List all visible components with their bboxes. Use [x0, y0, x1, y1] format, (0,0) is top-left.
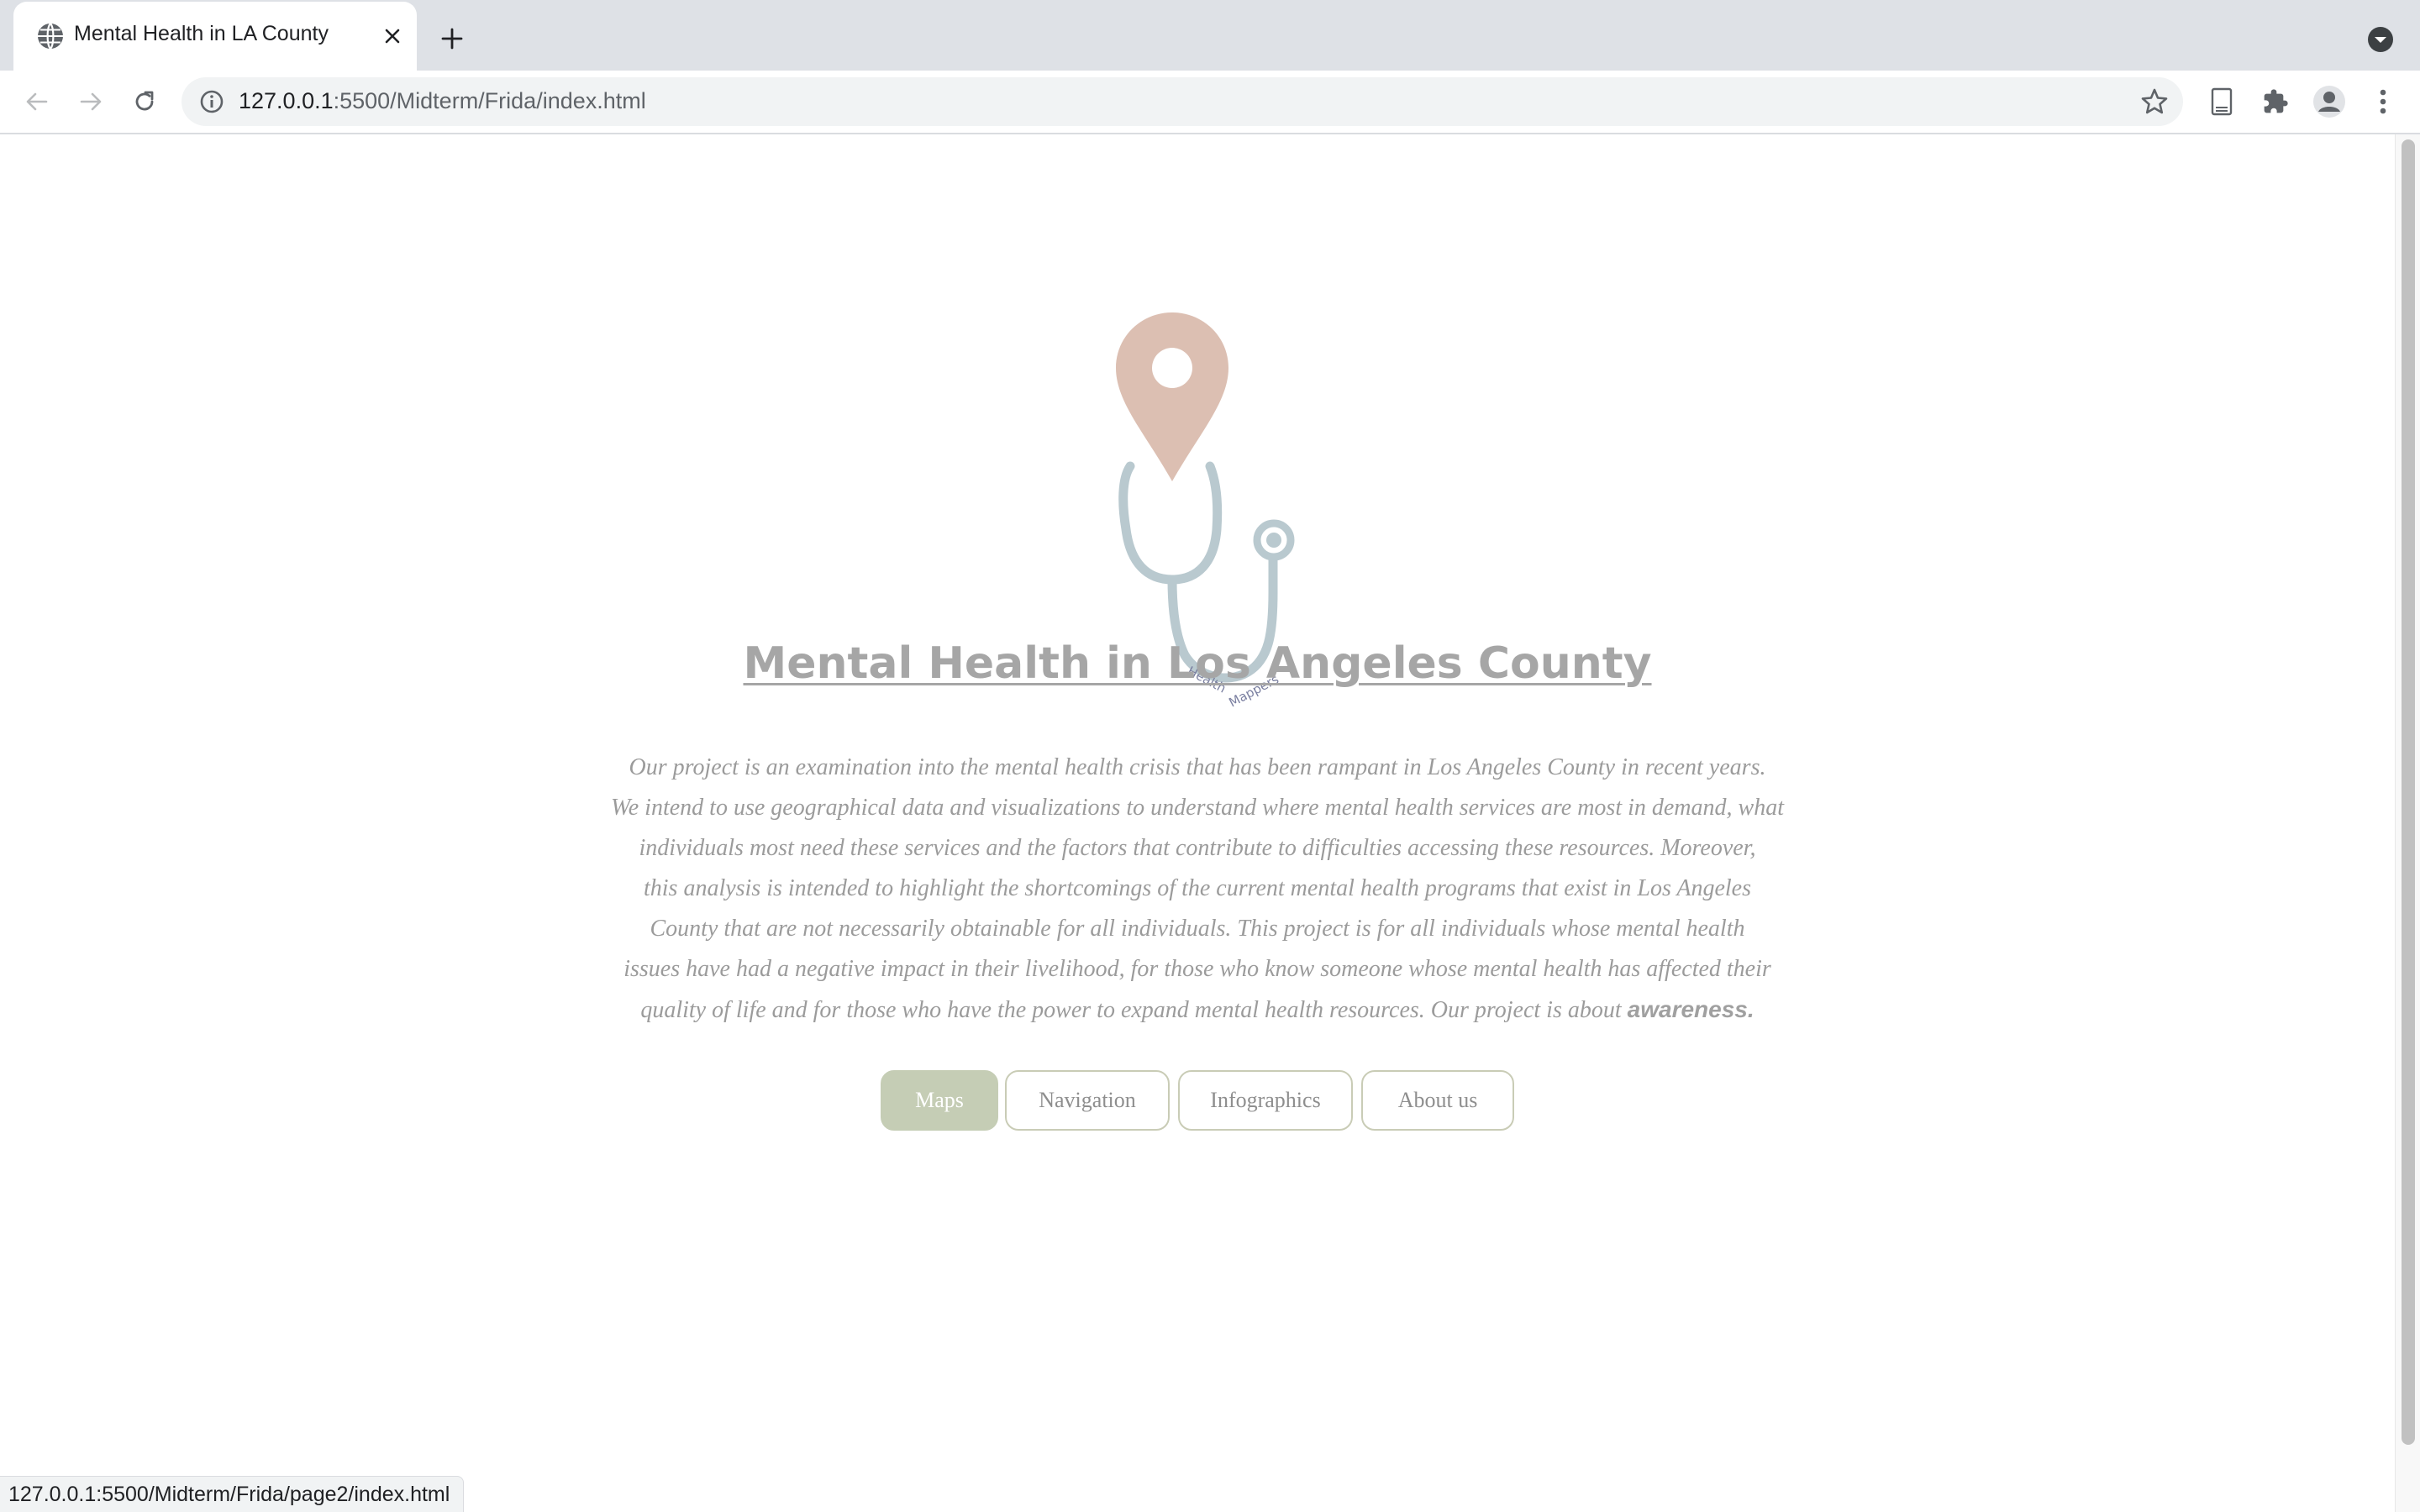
browser-toolbar: 127.0.0.1:5500/Midterm/Frida/index.html	[0, 71, 2420, 134]
intro-line: County that are not necessarily obtainab…	[650, 916, 1745, 942]
globe-icon	[38, 23, 63, 50]
page-content: Health Mappers Mental Health in Los Ange…	[0, 134, 2395, 1512]
scrollbar-thumb[interactable]	[2402, 139, 2415, 1445]
infographics-button[interactable]: Infographics	[1178, 1070, 1353, 1131]
url-text[interactable]: 127.0.0.1:5500/Midterm/Frida/index.html	[239, 88, 646, 114]
tab-search-icon[interactable]	[2366, 25, 2395, 54]
intro-line: quality of life and for those who have t…	[640, 997, 1622, 1023]
intro-line: this analysis is intended to highlight t…	[643, 875, 1751, 901]
vertical-scrollbar[interactable]	[2395, 134, 2420, 1512]
browser-tab[interactable]: Mental Health in LA County	[13, 2, 417, 71]
tab-title: Mental Health in LA County	[74, 22, 329, 45]
navigation-button[interactable]: Navigation	[1005, 1070, 1170, 1131]
address-bar[interactable]: 127.0.0.1:5500/Midterm/Frida/index.html	[182, 77, 2183, 126]
reading-list-icon[interactable]	[2202, 81, 2242, 122]
reload-icon[interactable]	[124, 81, 165, 122]
forward-icon[interactable]	[71, 81, 111, 122]
intro-line: Our project is an examination into the m…	[629, 754, 1766, 780]
intro-line: issues have had a negative impact in the…	[623, 956, 1771, 982]
profile-avatar-icon[interactable]	[2309, 81, 2349, 122]
page-title: Mental Health in Los Angeles County	[743, 638, 1652, 689]
close-tab-icon[interactable]	[376, 20, 408, 52]
intro-line: We intend to use geographical data and v…	[611, 795, 1784, 821]
tab-strip: Mental Health in LA County	[0, 0, 2420, 71]
menu-kebab-icon[interactable]	[2363, 81, 2403, 122]
new-tab-icon[interactable]	[434, 20, 471, 57]
intro-paragraph: Our project is an examination into the m…	[588, 748, 1807, 1031]
status-bar-url: 127.0.0.1:5500/Midterm/Frida/page2/index…	[0, 1476, 465, 1512]
intro-emphasis: awareness.	[1627, 996, 1754, 1022]
url-host: 127.0.0.1	[239, 88, 334, 113]
intro-last-line: quality of life and for those who have t…	[588, 990, 1807, 1031]
url-path: :5500/Midterm/Frida/index.html	[333, 88, 646, 113]
intro-line: individuals most need these services and…	[639, 835, 1756, 861]
about-us-button[interactable]: About us	[1361, 1070, 1514, 1131]
info-icon[interactable]	[198, 88, 225, 115]
maps-button[interactable]: Maps	[881, 1070, 998, 1131]
back-icon[interactable]	[17, 81, 57, 122]
extensions-icon[interactable]	[2255, 81, 2296, 122]
bookmark-star-icon[interactable]	[2139, 87, 2170, 117]
